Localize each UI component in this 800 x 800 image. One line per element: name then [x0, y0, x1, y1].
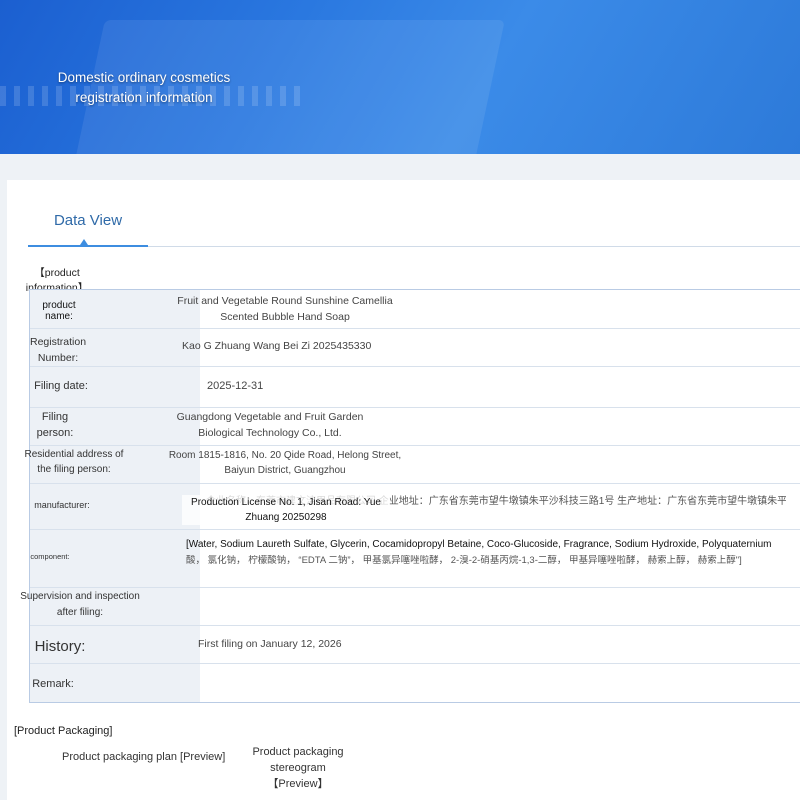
table-row-filing-person: Filing person: Guangdong Vegetable and F…: [30, 408, 800, 446]
filing-date-value: 2025-12-31: [207, 380, 264, 392]
product-info-table: product name: Fruit and Vegetable Round …: [20, 289, 800, 703]
table-row-history: History: First filing on January 12, 202…: [30, 626, 800, 664]
filing-date-label: Filing date:: [34, 380, 88, 392]
banner-title: Domestic ordinary cosmetics registration…: [57, 70, 231, 105]
component-label: component:: [30, 552, 70, 561]
residential-address-label: Residential address of the filing person…: [24, 449, 124, 475]
manufacturer-label: manufacturer:: [34, 500, 90, 510]
left-gutter: [0, 180, 7, 800]
supervision-label: Supervision and inspection after filing:: [20, 591, 140, 618]
history-label: History:: [34, 638, 86, 655]
tab-divider: [148, 246, 800, 247]
packaging-plan-preview-link[interactable]: Product packaging plan [Preview]: [62, 751, 225, 763]
product-name-value: Fruit and Vegetable Round Sunshine Camel…: [177, 295, 393, 323]
tab-active-underline: [28, 245, 148, 247]
table-row-supervision: Supervision and inspection after filing:: [20, 588, 800, 626]
registration-number-label: Registration Number:: [30, 336, 87, 364]
table-row-residential-address: Residential address of the filing person…: [25, 446, 800, 484]
tab-caret-icon: [80, 239, 88, 245]
registration-number-value: Kao G Zhuang Wang Bei Zi 2025435330: [182, 340, 372, 352]
product-packaging-title: [Product Packaging]: [14, 725, 113, 737]
component-value-cn: 酸， 氯化钠， 柠檬酸钠， “EDTA 二钠”， 甲基氯异噻唑啦酵， 2-溴-2…: [186, 555, 742, 566]
product-name-label: product name:: [42, 300, 76, 322]
history-value: First filing on January 12, 2026: [198, 638, 342, 650]
remark-label: Remark:: [32, 678, 74, 690]
tab-data-view[interactable]: Data View: [28, 210, 148, 246]
residential-address-value: Room 1815-1816, No. 20 Qide Road, Helong…: [168, 450, 402, 476]
filing-person-value: Guangdong Vegetable and Fruit Garden Bio…: [176, 411, 364, 439]
table-row-component: component: 酸， 氯化钠， 柠檬酸钠， “EDTA 二钠”， 甲基氯异…: [30, 530, 800, 588]
header-banner: Domestic ordinary cosmetics registration…: [0, 0, 800, 154]
filing-person-label: Filing person:: [36, 411, 74, 439]
table-row-filing-date: Filing date: 2025-12-31: [30, 367, 800, 408]
table-row-product-name: product name: Fruit and Vegetable Round …: [30, 290, 800, 329]
packaging-stereogram-preview-link[interactable]: Product packaging stereogram【Preview】: [246, 744, 350, 792]
table-row-manufacturer: manufacturer: 企业名称：东莞市建文洁用品有限公司 企业地址：广东省…: [30, 484, 800, 530]
banner-gap: [0, 154, 800, 180]
manufacturer-value-en: Production License No. 1, Jisan Road: Yu…: [182, 495, 390, 525]
component-value-en: [Water, Sodium Laureth Sulfate, Glycerin…: [186, 539, 772, 550]
table-row-registration-number: Registration Number: Kao G Zhuang Wang B…: [30, 329, 800, 367]
table-row-remark: Remark:: [30, 664, 800, 703]
